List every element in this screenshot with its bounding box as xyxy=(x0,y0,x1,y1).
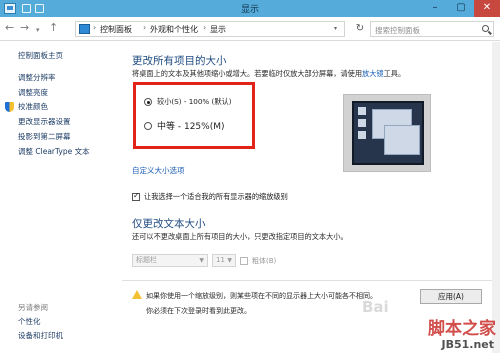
option-medium[interactable]: 中等 - 125%(M) xyxy=(144,119,225,132)
font-size-select-value: 11 xyxy=(216,256,225,264)
sidebar-item-display-settings[interactable]: 更改显示器设置 xyxy=(18,116,71,127)
bold-checkbox-label: 粗体(B) xyxy=(252,257,277,265)
maximize-button[interactable]: ▢ xyxy=(448,0,474,17)
radio-button-selected[interactable] xyxy=(144,98,152,106)
item-select-value: 标题栏 xyxy=(136,256,157,264)
main-content: 更改所有项目的大小 将桌面上的文本及其他项缩小或增大。若要临时仅放大部分屏幕，请… xyxy=(110,42,500,353)
change-size-description: 将桌面上的文本及其他项缩小或增大。若要临时仅放大部分屏幕，请使用放大镜工具。 xyxy=(132,69,405,79)
sidebar-item-brightness[interactable]: 调整亮度 xyxy=(18,87,48,98)
back-arrow-icon[interactable]: ← xyxy=(5,22,14,34)
sidebar-item-resolution[interactable]: 调整分辨率 xyxy=(18,72,56,83)
desktop-icon xyxy=(358,119,366,127)
search-placeholder: 搜索控制面板 xyxy=(375,26,420,35)
breadcrumb-appearance[interactable]: 外观和个性化 xyxy=(150,24,198,35)
warning-message-line1: 如果你使用一个缩放级别，则某些项在不同的显示器上大小可能各不相同。 xyxy=(146,292,377,300)
baidu-watermark: Bai xyxy=(362,298,389,316)
recent-locations-chevron-icon[interactable]: ▾ xyxy=(36,24,40,36)
sidebar-control-panel-home[interactable]: 控制面板主页 xyxy=(18,50,63,61)
breadcrumb-separator-icon[interactable]: › xyxy=(93,23,96,32)
scrollbar[interactable] xyxy=(492,42,500,353)
breadcrumb-control-panel[interactable]: 控制面板 xyxy=(100,24,132,35)
font-size-select[interactable]: 11 ▼ xyxy=(212,254,236,267)
preview-window xyxy=(384,125,420,155)
forward-arrow-icon[interactable]: → xyxy=(20,22,29,34)
item-select[interactable]: 标题栏 ▼ xyxy=(132,254,208,267)
magnifier-link[interactable]: 放大镜 xyxy=(362,69,384,78)
breadcrumb[interactable]: › 控制面板 › 外观和个性化 › 显示 ▾ xyxy=(75,21,345,37)
address-bar: ← → ▾ ↑ › 控制面板 › 外观和个性化 › 显示 ▾ ↻ 搜索控制面板 xyxy=(0,17,500,41)
option-smaller[interactable]: 较小(S) - 100% (默认) xyxy=(144,97,232,107)
control-panel-icon xyxy=(79,24,90,34)
text-size-heading: 仅更改文本大小 xyxy=(132,218,206,230)
scaling-checkbox-label: 让我选择一个适合我的所有显示器的缩放级别 xyxy=(144,192,288,201)
warning-icon xyxy=(132,290,142,299)
breadcrumb-display[interactable]: 显示 xyxy=(210,24,226,35)
apply-button[interactable]: 应用(A) xyxy=(420,289,482,304)
site-watermark-logo: 脚本之家 xyxy=(428,319,496,339)
chevron-down-icon: ▼ xyxy=(227,257,232,264)
sidebar-item-calibrate-color[interactable]: 校准颜色 xyxy=(18,101,48,112)
refresh-icon[interactable]: ↻ xyxy=(352,21,368,37)
highlight-annotation xyxy=(133,82,255,149)
sidebar-item-second-screen[interactable]: 投影到第二屏幕 xyxy=(18,131,71,142)
sidebar: 控制面板主页 调整分辨率 调整亮度 校准颜色 更改显示器设置 投影到第二屏幕 调… xyxy=(0,42,110,353)
description-suffix: 工具。 xyxy=(383,69,406,78)
breadcrumb-separator-icon[interactable]: › xyxy=(203,23,206,32)
chevron-down-icon: ▼ xyxy=(199,257,204,264)
description-text: 将桌面上的文本及其他项缩小或增大。若要临时仅放大部分屏幕，请使用 xyxy=(132,69,363,78)
radio-button[interactable] xyxy=(144,121,152,130)
address-dropdown-chevron-icon[interactable]: ▾ xyxy=(334,25,337,32)
option-medium-label: 中等 - 125%(M) xyxy=(157,122,225,132)
monitor-screen xyxy=(352,101,424,165)
bold-checkbox[interactable] xyxy=(240,257,248,265)
sidebar-item-cleartype[interactable]: 调整 ClearType 文本 xyxy=(18,146,90,157)
warning-message-line2: 你必须在下次登录时看到此更改。 xyxy=(146,307,251,315)
bold-option[interactable]: 粗体(B) xyxy=(240,256,276,266)
minimize-button[interactable]: – xyxy=(422,0,448,17)
text-size-description: 还可以不更改桌面上所有项目的大小，只更改指定项目的文本大小。 xyxy=(132,232,348,241)
site-watermark-url: JB51.net xyxy=(441,338,494,351)
see-also-label: 另请参阅 xyxy=(18,303,48,312)
up-arrow-icon[interactable]: ↑ xyxy=(49,22,58,34)
option-smaller-label: 较小(S) - 100% (默认) xyxy=(157,97,232,106)
monitor-preview-image xyxy=(343,94,431,172)
desktop-icon xyxy=(358,131,366,139)
shield-icon xyxy=(5,102,14,112)
sidebar-item-personalization[interactable]: 个性化 xyxy=(18,316,41,327)
change-size-heading: 更改所有项目的大小 xyxy=(132,55,227,67)
desktop-icon xyxy=(358,107,366,115)
custom-size-options-link[interactable]: 自定义大小选项 xyxy=(132,165,185,176)
sidebar-item-devices-printers[interactable]: 设备和打印机 xyxy=(18,330,63,341)
divider xyxy=(122,280,492,281)
title-bar: 显示 – ▢ ✕ xyxy=(0,0,500,17)
search-input[interactable]: 搜索控制面板 xyxy=(370,21,494,37)
scaling-checkbox[interactable] xyxy=(132,191,140,201)
close-button[interactable]: ✕ xyxy=(474,0,500,17)
breadcrumb-separator-icon[interactable]: › xyxy=(143,23,146,32)
scaling-level-option[interactable]: 让我选择一个适合我的所有显示器的缩放级别 xyxy=(132,191,288,202)
search-icon[interactable] xyxy=(482,25,489,32)
